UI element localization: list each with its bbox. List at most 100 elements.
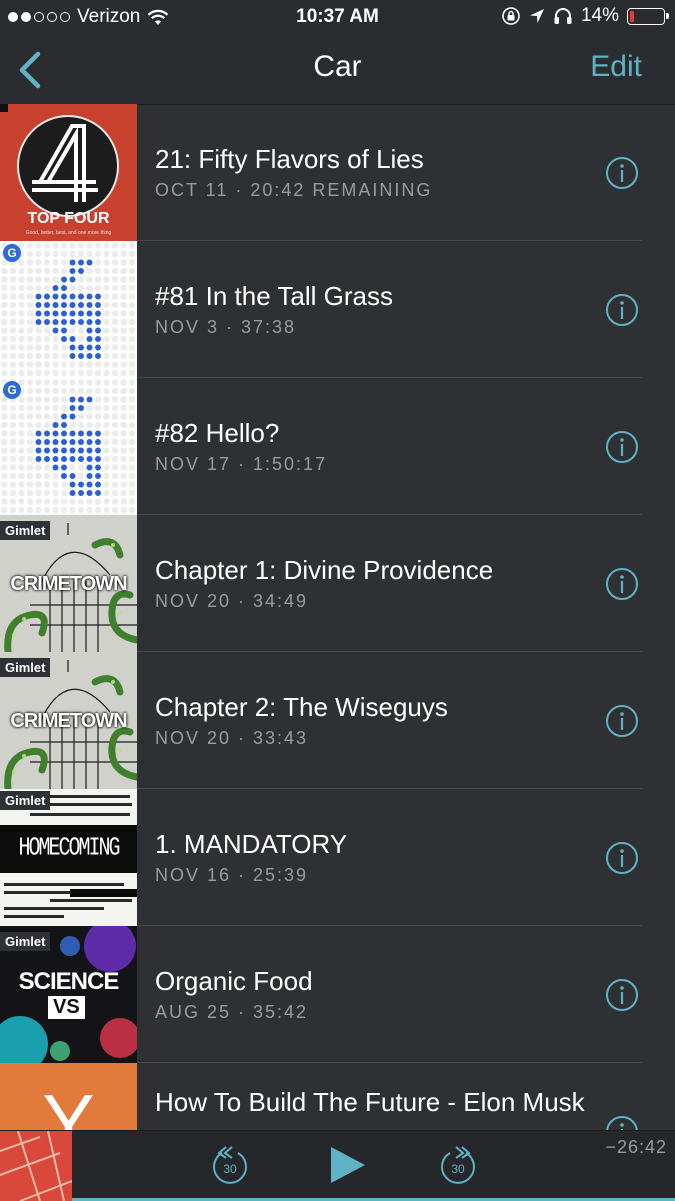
time-remaining: −26:42 [605, 1137, 667, 1157]
episode-row[interactable]: Y How To Build The Future - Elon Musk [0, 1063, 675, 1130]
artwork-dot [43, 421, 51, 429]
episode-row[interactable]: TOP FOUR Good, better, best, and one mor… [0, 104, 675, 241]
episode-row[interactable]: Gimlet CRIMETOWN Chapter 1: Divine Provi… [0, 515, 675, 652]
podcast-artwork-top-four: TOP FOUR Good, better, best, and one mor… [0, 104, 137, 241]
artwork-dot [128, 506, 136, 514]
artwork-dot [128, 481, 136, 488]
info-button[interactable] [605, 1115, 639, 1130]
info-button[interactable] [605, 567, 639, 601]
artwork-dot [18, 310, 25, 317]
artwork-dot [128, 447, 136, 454]
artwork-dot [77, 276, 85, 283]
artwork-dot [77, 498, 85, 505]
edit-button[interactable]: Edit [590, 50, 642, 84]
info-button[interactable] [605, 978, 639, 1012]
artwork-dot [111, 438, 119, 446]
episode-row[interactable]: Gimlet SCIENCE VS Organic Food AUG 25 · … [0, 926, 675, 1063]
artwork-dot [26, 284, 34, 292]
artwork-dot [1, 276, 8, 283]
artwork-dot [111, 379, 119, 386]
artwork-dot [111, 293, 119, 300]
info-button[interactable] [605, 704, 639, 738]
artwork-dot [1, 455, 8, 463]
artwork-dot [128, 404, 136, 412]
artwork-dot [103, 506, 110, 514]
artwork-dot [111, 481, 119, 488]
artwork-dot [120, 352, 127, 360]
info-button[interactable] [605, 293, 639, 327]
episode-list[interactable]: TOP FOUR Good, better, best, and one mor… [0, 104, 675, 1130]
artwork-dot [78, 353, 84, 359]
artwork-dot [43, 276, 51, 283]
info-icon [606, 294, 638, 326]
artwork-dot [61, 319, 67, 325]
artwork-dot [60, 404, 68, 412]
episode-title: 21: Fifty Flavors of Lies [155, 144, 424, 174]
artwork-dot [61, 293, 67, 300]
skip-forward-label: 30 [451, 1162, 465, 1176]
episode-title: #81 In the Tall Grass [155, 281, 393, 311]
artwork-dot [120, 267, 127, 275]
play-button[interactable] [327, 1143, 369, 1187]
artwork-dot [103, 250, 110, 258]
artwork-dot [26, 344, 34, 351]
artwork-dot [61, 439, 67, 445]
info-button[interactable] [605, 430, 639, 464]
gimlet-badge: Gimlet [0, 791, 51, 810]
artwork-dot [61, 464, 67, 471]
artwork-dot [26, 259, 34, 266]
artwork-dot [43, 335, 51, 343]
artwork-dot [9, 318, 17, 326]
artwork-dot [128, 413, 136, 420]
skip-back-30-icon: 30 [213, 1146, 247, 1184]
artwork-dot [69, 319, 76, 325]
g-badge-icon: G [3, 244, 21, 262]
artwork-dot [69, 498, 76, 505]
artwork-dot [60, 387, 68, 395]
artwork-dot [43, 242, 51, 249]
info-button[interactable] [605, 841, 639, 875]
skip-forward-button[interactable]: 30 [438, 1143, 478, 1187]
episode-row[interactable]: G #81 In the Tall Grass NOV 3 · 37:38 [0, 241, 675, 378]
crimetown-logo-text: CRIMETOWN [10, 710, 127, 732]
artwork-dot [26, 335, 34, 343]
artwork-dot [103, 284, 110, 292]
artwork-dot [128, 344, 136, 351]
rotation-lock-icon [502, 7, 520, 25]
artwork-dot [128, 430, 136, 437]
artwork-dot [111, 310, 119, 317]
artwork-dot [78, 344, 84, 351]
mini-player[interactable]: 30 30 −26:42 [0, 1130, 675, 1201]
skip-back-button[interactable]: 30 [210, 1143, 250, 1187]
gimlet-badge: Gimlet [0, 658, 51, 677]
artwork-dot [35, 498, 42, 505]
artwork-dot [69, 302, 76, 308]
artwork-dot [18, 481, 25, 488]
artwork-dot [52, 335, 59, 343]
artwork-dot [69, 276, 76, 283]
info-button[interactable] [605, 156, 639, 190]
artwork-dot [77, 361, 85, 368]
crimetown-logo-text: CRIMETOWN [10, 573, 127, 595]
episode-row[interactable]: Gimlet HOMECOMING 1. MANDATORY NOV 16 · … [0, 789, 675, 926]
artwork-dot [86, 447, 93, 454]
artwork-dot [61, 413, 67, 420]
artwork-dot [18, 327, 25, 334]
artwork-dot [61, 422, 67, 428]
episode-row[interactable]: G #82 Hello? NOV 17 · 1:50:17 [0, 378, 675, 515]
artwork-dot [94, 369, 102, 377]
artwork-dot [103, 396, 110, 403]
artwork-dot [128, 379, 136, 386]
headphones-icon [554, 8, 572, 24]
artwork-dot [52, 319, 59, 325]
artwork-dot [86, 464, 93, 471]
artwork-dot [52, 413, 59, 420]
artwork-dot [120, 430, 127, 437]
artwork-dot [9, 447, 17, 454]
podcast-artwork-crimetown: Gimlet CRIMETOWN [0, 515, 137, 652]
episode-row[interactable]: Gimlet CRIMETOWN Chapter 2: The Wiseguys… [0, 652, 675, 789]
now-playing-artwork[interactable] [0, 1131, 72, 1201]
artwork-dot [77, 506, 85, 514]
artwork-dot [26, 369, 34, 377]
artwork-dot [94, 379, 102, 386]
